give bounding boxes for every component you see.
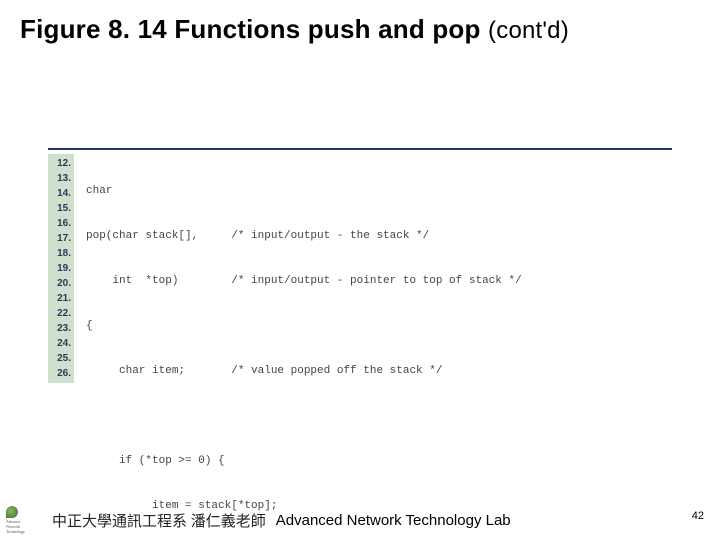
slide: Figure 8. 14 Functions push and pop (con… [0, 0, 720, 540]
line-number: 14. [48, 186, 71, 201]
code-line [86, 409, 672, 424]
footer-en: Advanced Network Technology Lab [276, 512, 511, 529]
code-line: if (*top >= 0) { [86, 454, 672, 469]
top-rule [48, 148, 672, 150]
code-line: char item; /* value popped off the stack… [86, 364, 672, 379]
line-number-gutter: 12. 13. 14. 15. 16. 17. 18. 19. 20. 21. … [48, 154, 74, 383]
lab-logo-icon: Advance Network Technology [6, 505, 46, 535]
line-number: 16. [48, 216, 71, 231]
line-number: 26. [48, 366, 71, 381]
footer: Advance Network Technology 中正大學通訊工程系 潘仁義… [0, 500, 720, 540]
logo-line: Technology [6, 529, 46, 534]
code-line: pop(char stack[], /* input/output - the … [86, 229, 672, 244]
line-number: 12. [48, 156, 71, 171]
line-number: 15. [48, 201, 71, 216]
title-suffix: (cont'd) [488, 17, 569, 44]
title-main: Functions push and pop [174, 14, 480, 44]
line-number: 17. [48, 231, 71, 246]
line-number: 21. [48, 291, 71, 306]
code-line: int *top) /* input/output - pointer to t… [86, 274, 672, 289]
code-line: { [86, 319, 672, 334]
line-number: 18. [48, 246, 71, 261]
code-body: char pop(char stack[], /* input/output -… [74, 154, 672, 540]
page-number: 42 [692, 510, 704, 522]
line-number: 13. [48, 171, 71, 186]
footer-zh: 中正大學通訊工程系 潘仁義老師 [52, 510, 266, 531]
code-line: char [86, 184, 672, 199]
code-wrap: 12. 13. 14. 15. 16. 17. 18. 19. 20. 21. … [48, 154, 672, 540]
code-listing: 12. 13. 14. 15. 16. 17. 18. 19. 20. 21. … [48, 148, 672, 540]
line-number: 25. [48, 351, 71, 366]
line-number: 20. [48, 276, 71, 291]
footer-text: 中正大學通訊工程系 潘仁義老師 Advanced Network Technol… [52, 510, 511, 531]
slide-title: Figure 8. 14 Functions push and pop (con… [20, 14, 569, 45]
line-number: 23. [48, 321, 71, 336]
line-number: 24. [48, 336, 71, 351]
line-number: 19. [48, 261, 71, 276]
figure-number: Figure 8. 14 [20, 14, 167, 44]
line-number: 22. [48, 306, 71, 321]
